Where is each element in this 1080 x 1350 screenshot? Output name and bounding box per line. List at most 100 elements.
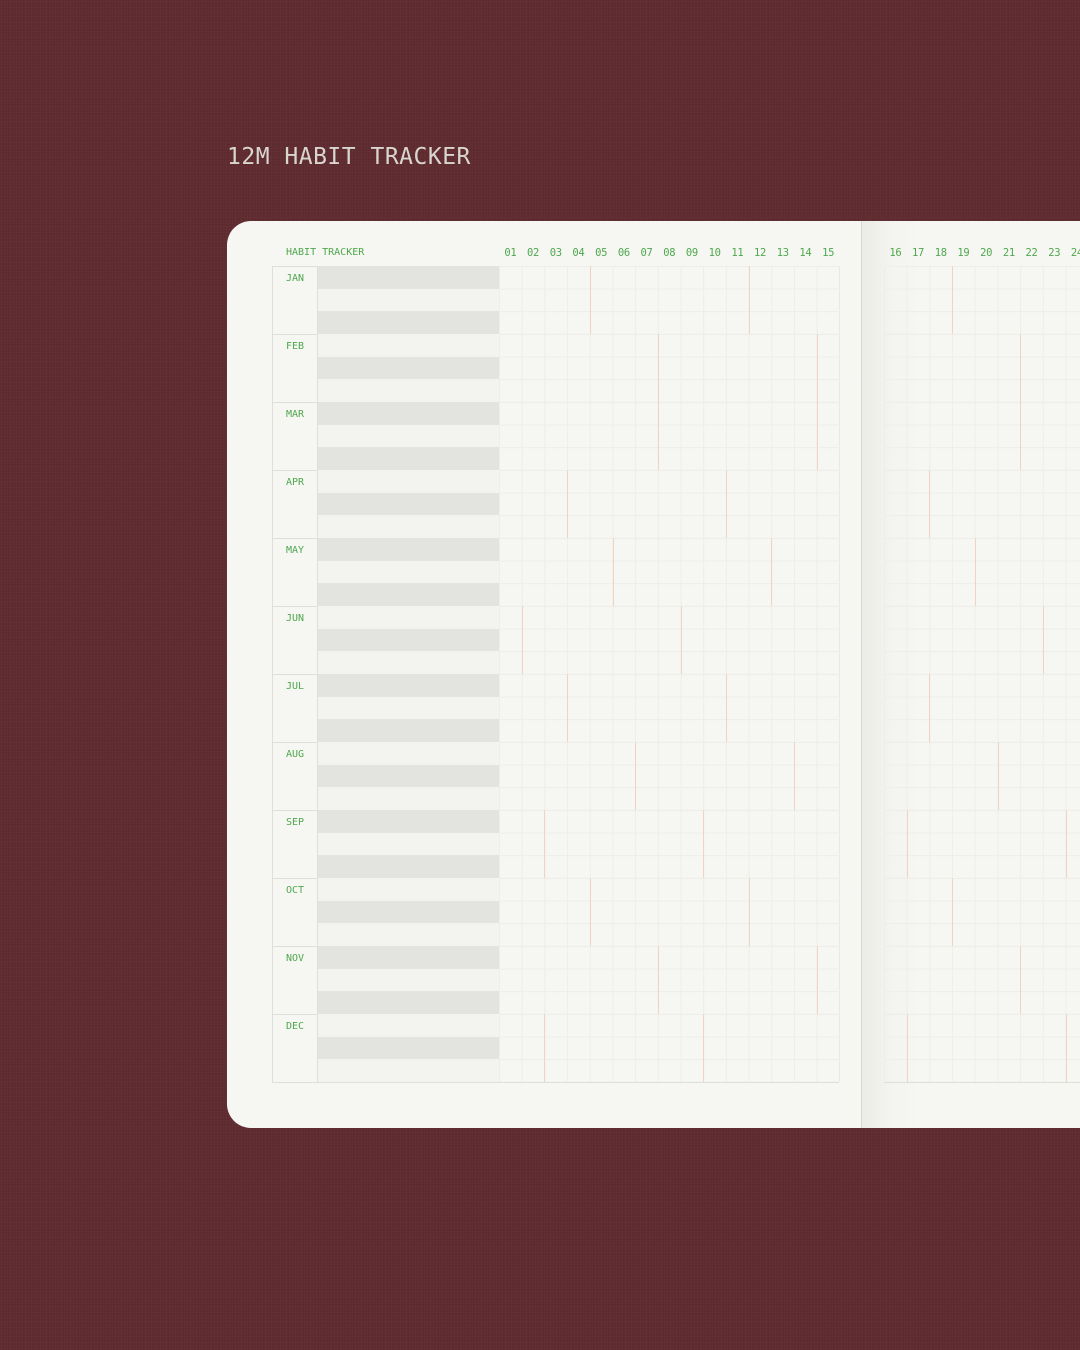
habit-name-slot bbox=[318, 447, 499, 470]
day-cells bbox=[884, 606, 1080, 674]
day-cells bbox=[884, 946, 1080, 1014]
month-row-oct: OCT bbox=[272, 878, 840, 947]
right-page: 16 17 18 19 20 21 22 23 24 bbox=[861, 221, 1080, 1128]
week-divider bbox=[1042, 606, 1044, 674]
day-cells bbox=[884, 674, 1080, 742]
day-cells bbox=[499, 878, 840, 946]
habit-name-slot bbox=[318, 402, 499, 425]
week-divider bbox=[816, 402, 818, 470]
day-header-06: 06 bbox=[617, 247, 630, 259]
day-cells bbox=[499, 1014, 840, 1082]
week-divider bbox=[748, 266, 750, 334]
week-divider bbox=[544, 1014, 546, 1082]
habit-name-slot bbox=[318, 787, 499, 810]
habit-label-column bbox=[317, 334, 500, 402]
week-divider bbox=[952, 878, 954, 946]
habit-name-slot bbox=[318, 560, 499, 584]
habit-name-slot bbox=[318, 674, 499, 697]
month-label: SEP bbox=[286, 817, 305, 828]
month-label: FEB bbox=[286, 341, 305, 352]
day-cells bbox=[884, 810, 1080, 878]
day-header-02: 02 bbox=[527, 247, 540, 259]
habit-label-column bbox=[317, 674, 500, 742]
week-divider bbox=[1065, 1014, 1067, 1082]
habit-name-slot bbox=[318, 628, 499, 652]
day-cells bbox=[499, 810, 840, 878]
month-row-feb bbox=[884, 334, 1080, 403]
week-divider bbox=[906, 810, 908, 878]
habit-label-column bbox=[317, 470, 500, 538]
month-row-mar bbox=[884, 402, 1080, 471]
week-divider bbox=[816, 946, 818, 1014]
day-cells bbox=[884, 1014, 1080, 1082]
month-row-jun: JUN bbox=[272, 606, 840, 675]
month-row-sep: SEP bbox=[272, 810, 840, 879]
day-header-07: 07 bbox=[640, 247, 653, 259]
day-header-01: 01 bbox=[504, 247, 517, 259]
week-divider bbox=[567, 470, 569, 538]
habit-name-slot bbox=[318, 334, 499, 357]
month-row-apr: APR bbox=[272, 470, 840, 539]
week-divider bbox=[906, 1014, 908, 1082]
habit-label-column bbox=[317, 810, 500, 878]
habit-name-slot bbox=[318, 946, 499, 969]
day-header-19: 19 bbox=[957, 247, 970, 259]
month-label: JUL bbox=[286, 681, 305, 692]
month-label: DEC bbox=[286, 1021, 305, 1032]
day-header-08: 08 bbox=[663, 247, 676, 259]
day-cells bbox=[884, 470, 1080, 538]
habit-name-slot bbox=[318, 266, 499, 289]
habit-name-slot bbox=[318, 923, 499, 946]
day-header-15: 15 bbox=[822, 247, 835, 259]
habit-name-slot bbox=[318, 538, 499, 561]
week-divider bbox=[952, 266, 954, 334]
month-label: AUG bbox=[286, 749, 305, 760]
habit-label-column bbox=[317, 606, 500, 674]
week-divider bbox=[748, 878, 750, 946]
habit-name-slot bbox=[318, 470, 499, 493]
week-divider bbox=[544, 810, 546, 878]
habit-name-slot bbox=[318, 424, 499, 448]
week-divider bbox=[997, 742, 999, 810]
week-divider bbox=[726, 674, 727, 742]
habit-name-slot bbox=[318, 515, 499, 538]
day-cells bbox=[499, 334, 840, 402]
habit-label-column bbox=[317, 402, 500, 470]
habit-label-column bbox=[317, 742, 500, 810]
habit-name-slot bbox=[318, 968, 499, 992]
habit-name-slot bbox=[318, 606, 499, 629]
habit-name-slot bbox=[318, 492, 499, 516]
week-divider bbox=[589, 266, 591, 334]
day-cells bbox=[884, 742, 1080, 810]
day-cells bbox=[884, 266, 1080, 334]
day-cells bbox=[884, 878, 1080, 946]
week-divider bbox=[771, 538, 773, 606]
notebook-spread: HABIT TRACKER 01 02 03 04 05 06 07 08 09 10 11 12 13… bbox=[227, 221, 1080, 1128]
day-cells bbox=[884, 402, 1080, 470]
day-header-11: 11 bbox=[731, 247, 744, 259]
habit-name-slot bbox=[318, 1036, 499, 1060]
habit-name-slot bbox=[318, 288, 499, 312]
week-divider bbox=[1065, 810, 1067, 878]
habit-name-slot bbox=[318, 1059, 499, 1082]
week-divider bbox=[589, 878, 591, 946]
habit-name-slot bbox=[318, 810, 499, 833]
week-divider bbox=[1020, 946, 1022, 1014]
habit-name-slot bbox=[318, 379, 499, 402]
habit-label-column bbox=[317, 266, 500, 334]
week-divider bbox=[974, 538, 976, 606]
habit-label-column bbox=[317, 946, 500, 1014]
day-header-03: 03 bbox=[549, 247, 562, 259]
day-header-17: 17 bbox=[912, 247, 925, 259]
week-divider bbox=[929, 470, 931, 538]
month-row-mar: MAR bbox=[272, 402, 840, 471]
month-row-sep bbox=[884, 810, 1080, 879]
month-row-may bbox=[884, 538, 1080, 607]
tracker-title: HABIT TRACKER bbox=[286, 247, 365, 258]
day-header-21: 21 bbox=[1002, 247, 1015, 259]
day-cells bbox=[499, 402, 840, 470]
habit-name-slot bbox=[318, 696, 499, 720]
day-header-16: 16 bbox=[889, 247, 902, 259]
month-row-aug bbox=[884, 742, 1080, 811]
month-row-aug: AUG bbox=[272, 742, 840, 811]
